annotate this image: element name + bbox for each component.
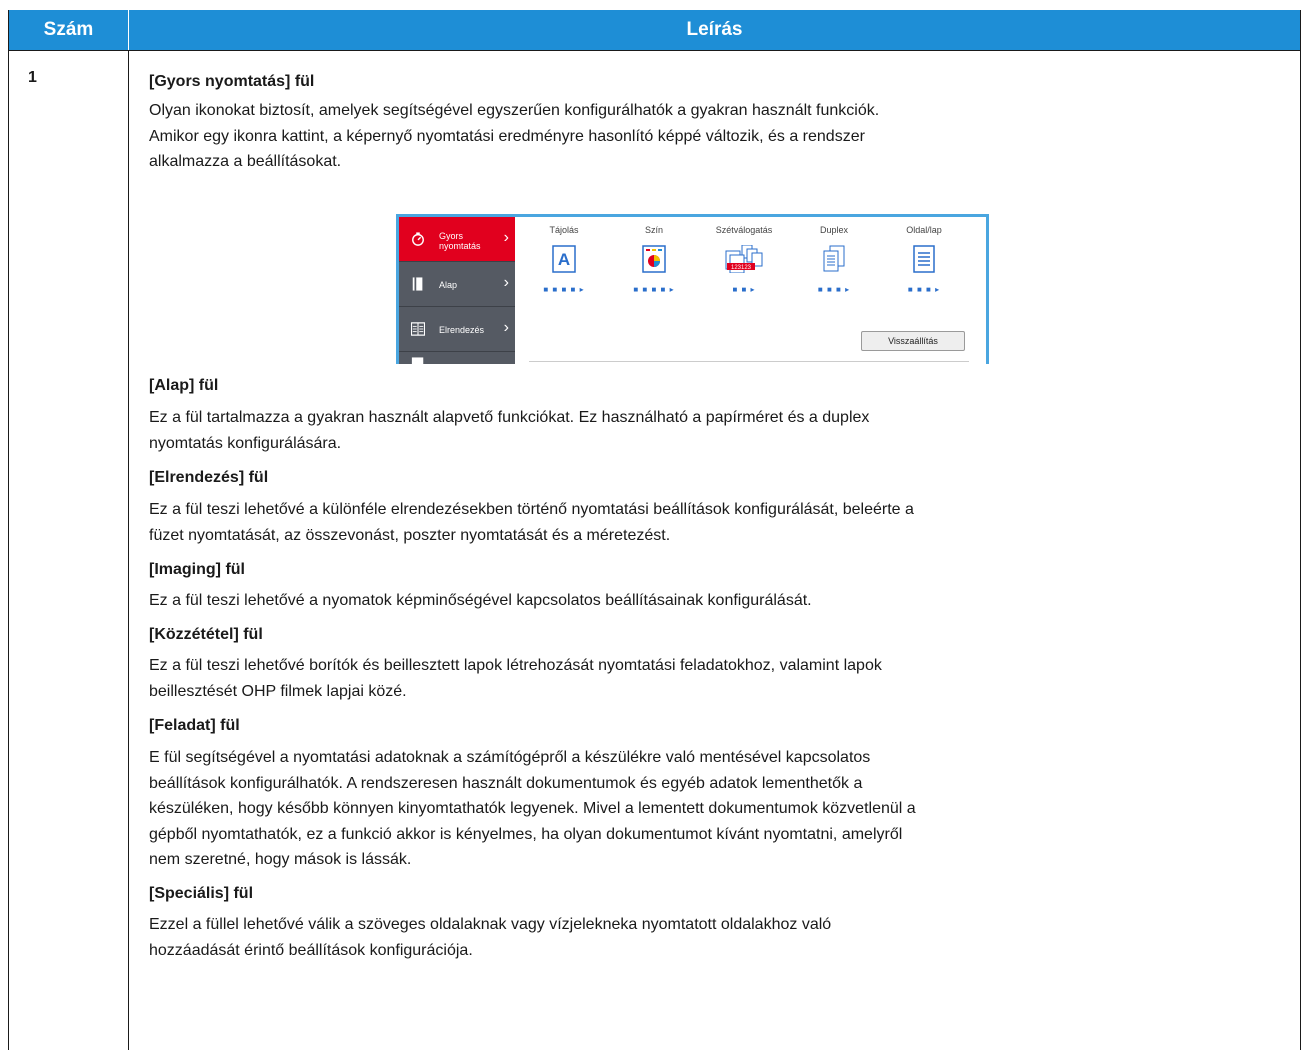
orientation-icon: A — [552, 245, 576, 273]
sidebar-item-elrendezes[interactable]: Elrendezés › — [399, 307, 515, 351]
page-icon — [412, 277, 423, 291]
sidebar-label: Elrendezés — [439, 325, 485, 335]
option-level-indicator: ■ ■ ▸ — [732, 285, 756, 294]
text-line: alkalmazza a beállításokat. — [149, 153, 342, 170]
orientation-letter: A — [558, 250, 570, 269]
collate-number: 123123 — [731, 265, 752, 271]
section-heading-feladat: [Feladat] fül — [149, 717, 240, 734]
chevron-right-icon: › — [503, 319, 509, 336]
section-text-imaging: Ez a fül teszi lehetővé a nyomatok képmi… — [149, 588, 1299, 614]
description-table: Szám Leírás 1 [Gyors nyomtatás] fül Olya… — [8, 10, 1301, 1050]
option-level-indicator: ■ ■ ■ ■ ▸ — [633, 285, 675, 294]
option-label: Tájolás — [549, 225, 579, 235]
driver-window: Gyors nyomtatás › Alap › Elrendezés › Tá… — [399, 217, 986, 364]
text-line: Ezzel a füllel lehetővé válik a szöveges… — [149, 916, 832, 933]
text-line: füzet nyomtatását, az összevonást, poszt… — [149, 526, 671, 544]
quick-option-pages-per-sheet[interactable]: Oldal/lap ■ ■ ■ ▸ — [879, 225, 969, 294]
page-icon — [411, 357, 424, 364]
text-line: hozzáadását érintő beállítások konfigurá… — [149, 941, 473, 959]
section-heading-elrendezes: [Elrendezés] fül — [149, 469, 269, 486]
option-label: Szétválogatás — [715, 225, 773, 235]
text-line: nyomtatás konfigurálására. — [149, 434, 342, 452]
driver-screenshot: Gyors nyomtatás › Alap › Elrendezés › Tá… — [396, 214, 989, 364]
row-number: 1 — [28, 69, 37, 86]
number-cell: 1 — [9, 50, 129, 1050]
collate-icon: 123123 — [725, 244, 763, 274]
text-line: gépből nyomtathatók, ez a funkció akkor … — [149, 825, 903, 843]
option-label: Oldal/lap — [906, 225, 942, 235]
section-heading-alap: [Alap] fül — [149, 377, 219, 394]
section-text-elrendezes: Ez a fül teszi lehetővé a különféle elre… — [149, 497, 1299, 548]
sidebar-label: Alap — [439, 280, 458, 290]
section-text-feladat: E fül segítségével a nyomtatási adatokna… — [149, 745, 1299, 873]
layout-icon — [411, 322, 425, 336]
text-line: készüléken, hogy később könnyen kinyomta… — [149, 800, 916, 817]
text-line: Ez a fül teszi lehetővé a különféle elre… — [149, 501, 914, 518]
divider — [529, 361, 969, 362]
sidebar-item-gyors[interactable]: Gyors nyomtatás › — [399, 217, 515, 261]
sidebar-label-line: Gyors — [439, 231, 464, 241]
option-level-indicator: ■ ■ ■ ■ ▸ — [543, 285, 585, 294]
quick-option-collate[interactable]: Szétválogatás 123123 ■ ■ ▸ — [699, 225, 789, 294]
chevron-right-icon: › — [503, 274, 509, 291]
driver-sidebar: Gyors nyomtatás › Alap › Elrendezés › — [399, 217, 515, 364]
table-header: Szám Leírás — [9, 10, 1300, 50]
text-line: beállítások konfigurálhatók. A rendszere… — [149, 774, 863, 792]
quick-option-color[interactable]: Szín ■ ■ ■ ■ ▸ — [609, 225, 699, 294]
text-line: Ez a fül teszi lehetővé a nyomatok képmi… — [149, 592, 812, 609]
text-line: beillesztését OHP filmek lapjai közé. — [149, 682, 407, 700]
text-line: nem szeretné, hogy mások is lássák. — [149, 851, 412, 868]
description-cell: [Gyors nyomtatás] fül Olyan ikonokat biz… — [129, 50, 1300, 1050]
stopwatch-icon — [412, 232, 424, 246]
text-line: E fül segítségével a nyomtatási adatokna… — [149, 749, 871, 766]
option-label: Duplex — [819, 225, 848, 235]
section-text-alap: Ez a fül tartalmazza a gyakran használt … — [149, 405, 1299, 456]
header-description: Leírás — [686, 19, 743, 40]
sidebar-item-partial[interactable] — [399, 352, 515, 364]
color-icon — [642, 245, 666, 273]
text-line: Ez a fül teszi lehetővé borítók és beill… — [149, 657, 882, 674]
section-heading-kozzetetel: [Közzététel] fül — [149, 626, 263, 643]
section-heading-imaging: [Imaging] fül — [149, 561, 245, 578]
option-label: Szín — [644, 225, 663, 235]
option-level-indicator: ■ ■ ■ ▸ — [817, 285, 851, 294]
sidebar-label: Gyors nyomtatás — [439, 231, 481, 251]
header-number: Szám — [9, 10, 129, 50]
section-heading-gyors: [Gyors nyomtatás] fül — [149, 73, 315, 90]
section-text-specialis: Ezzel a füllel lehetővé válik a szöveges… — [149, 912, 1299, 963]
text-line: Amikor egy ikonra kattint, a képernyő ny… — [149, 127, 865, 145]
text-line: Ez a fül tartalmazza a gyakran használt … — [149, 409, 870, 426]
pages-per-sheet-icon — [913, 245, 935, 273]
chevron-right-icon: › — [503, 229, 509, 246]
option-level-indicator: ■ ■ ■ ▸ — [907, 285, 941, 294]
section-heading-specialis: [Speciális] fül — [149, 885, 254, 902]
section-text-gyors: Olyan ikonokat biztosít, amelyek segítsé… — [149, 98, 1299, 175]
sidebar-label-line: nyomtatás — [439, 241, 481, 251]
reset-button[interactable]: Visszaállítás — [861, 331, 965, 351]
quick-option-orientation[interactable]: Tájolás A ■ ■ ■ ■ ▸ — [519, 225, 609, 294]
quick-option-duplex[interactable]: Duplex ■ ■ ■ ▸ — [789, 225, 879, 294]
sidebar-item-alap[interactable]: Alap › — [399, 262, 515, 306]
text-line: Olyan ikonokat biztosít, amelyek segítsé… — [149, 102, 880, 119]
duplex-icon — [823, 245, 845, 272]
section-text-kozzetetel: Ez a fül teszi lehetővé borítók és beill… — [149, 653, 1299, 704]
